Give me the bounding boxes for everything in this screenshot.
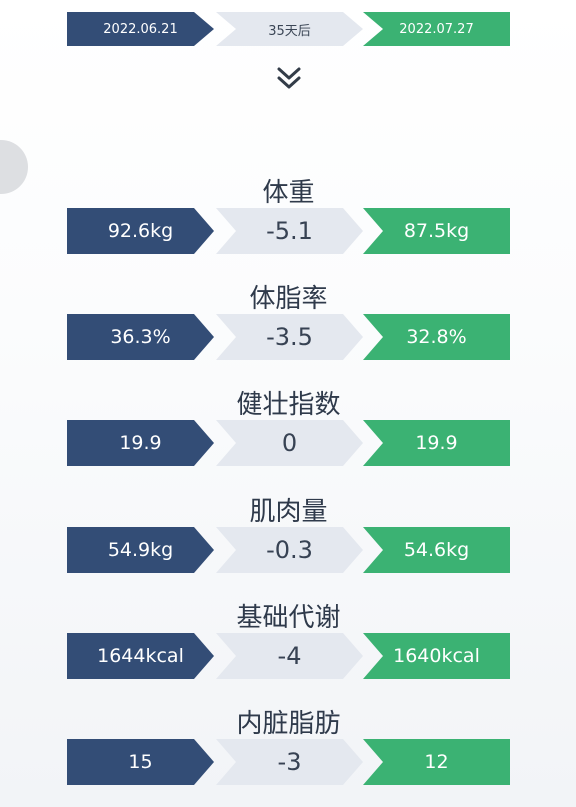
metric-after-value: 87.5kg [363,208,510,254]
metric-after-value: 54.6kg [363,527,510,573]
double-chevron-down-icon[interactable] [276,66,302,92]
metric-change-value: 0 [216,420,363,466]
metric-change-value: -0.3 [216,527,363,573]
metric-title-visceral-fat: 内脏脂肪 [236,709,341,739]
metric-row-fitness-index: 19.9 0 19.9 [67,420,510,466]
metric-change-value: -5.1 [216,208,363,254]
duration-label: 35天后 [216,12,363,46]
metric-before-value: 15 [67,739,214,785]
metric-after-value: 1640kcal [363,633,510,679]
metric-title-fitness-index: 健壮指数 [236,390,341,420]
metric-change-value: -3.5 [216,314,363,360]
metric-title-weight: 体重 [262,178,315,208]
metric-row-basal-metabolism: 1644kcal -4 1640kcal [67,633,510,679]
metric-after-value: 32.8% [363,314,510,360]
metric-row-body-fat: 36.3% -3.5 32.8% [67,314,510,360]
end-date: 2022.07.27 [363,12,510,46]
metric-before-value: 1644kcal [67,633,214,679]
metric-before-value: 36.3% [67,314,214,360]
metric-title-basal-metabolism: 基础代谢 [236,603,341,633]
metric-before-value: 19.9 [67,420,214,466]
metric-after-value: 19.9 [363,420,510,466]
metric-row-weight: 92.6kg -5.1 87.5kg [67,208,510,254]
metric-row-muscle-mass: 54.9kg -0.3 54.6kg [67,527,510,573]
metric-title-body-fat: 体脂率 [249,284,328,314]
metric-title-muscle-mass: 肌肉量 [249,497,328,527]
metric-after-value: 12 [363,739,510,785]
floating-side-button[interactable] [0,140,28,194]
date-range-bar: 2022.06.21 35天后 2022.07.27 [67,12,510,46]
metric-change-value: -4 [216,633,363,679]
metric-change-value: -3 [216,739,363,785]
metric-row-visceral-fat: 15 -3 12 [67,739,510,785]
metric-before-value: 54.9kg [67,527,214,573]
metric-before-value: 92.6kg [67,208,214,254]
start-date: 2022.06.21 [67,12,214,46]
